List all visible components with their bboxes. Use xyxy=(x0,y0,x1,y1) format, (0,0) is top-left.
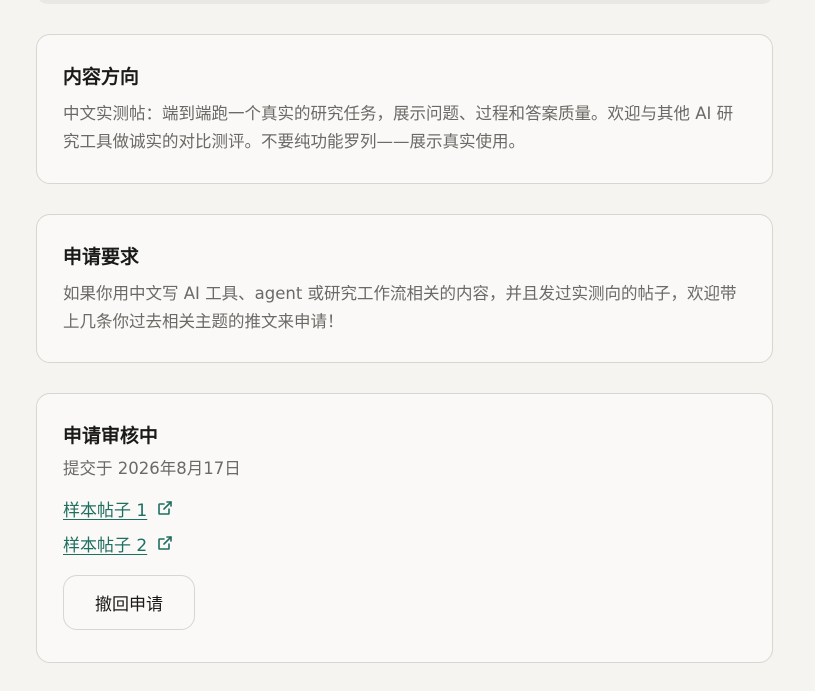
card-description: 如果你用中文写 AI 工具、agent 或研究工作流相关的内容，并且发过实测向的… xyxy=(63,284,737,331)
link-label: 样本帖子 1 xyxy=(63,500,148,521)
link-label: 样本帖子 2 xyxy=(63,535,148,556)
sample-links: 样本帖子 1 样本帖子 2 xyxy=(63,495,746,556)
submitted-date: 提交于 2026年8月17日 xyxy=(63,459,241,478)
card-title: 内容方向 xyxy=(63,66,140,88)
application-status-card: 申请审核中 提交于 2026年8月17日 样本帖子 1 样本帖子 2 撤回申请 xyxy=(36,393,773,663)
card-description: 中文实测帖：端到端跑一个真实的研究任务，展示问题、过程和答案质量。欢迎与其他 A… xyxy=(63,104,734,151)
content-direction-card: 内容方向 中文实测帖：端到端跑一个真实的研究任务，展示问题、过程和答案质量。欢迎… xyxy=(36,34,773,184)
sample-post-link-2[interactable]: 样本帖子 2 xyxy=(63,530,173,556)
sample-post-link-1[interactable]: 样本帖子 1 xyxy=(63,495,173,521)
withdraw-application-button[interactable]: 撤回申请 xyxy=(63,575,195,630)
card-title: 申请要求 xyxy=(63,246,140,268)
application-requirements-card: 申请要求 如果你用中文写 AI 工具、agent 或研究工作流相关的内容，并且发… xyxy=(36,214,773,363)
external-link-icon xyxy=(157,500,173,516)
external-link-icon xyxy=(157,535,173,551)
status-title: 申请审核中 xyxy=(63,425,159,447)
previous-card-edge xyxy=(36,0,774,4)
